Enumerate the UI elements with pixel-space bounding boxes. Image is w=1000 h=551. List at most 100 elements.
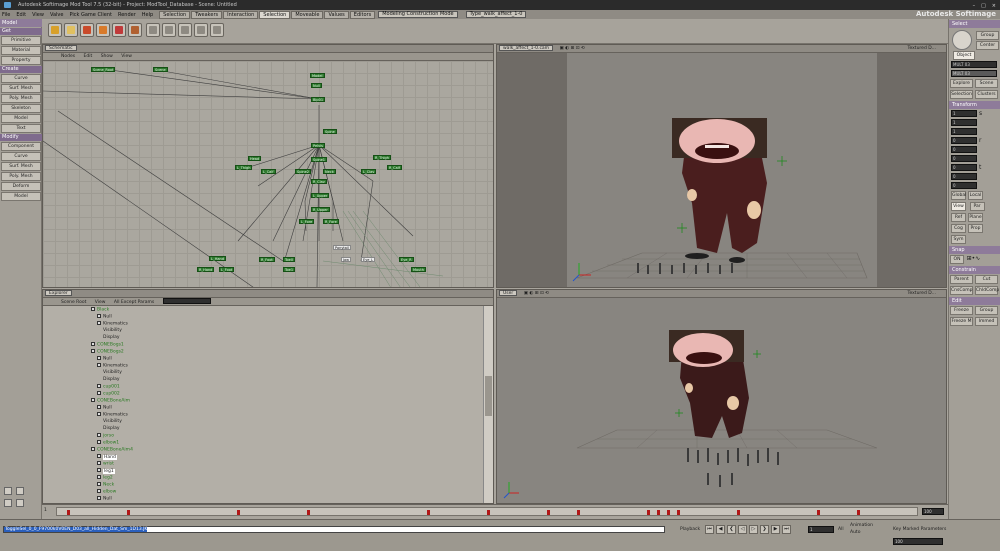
- explorer-scrollbar[interactable]: [483, 306, 493, 503]
- play-button[interactable]: ▷: [749, 525, 758, 534]
- explorer-view-dropdown[interactable]: Explorer: [45, 290, 72, 296]
- keyframe-marker[interactable]: [817, 510, 820, 515]
- expand-icon[interactable]: [91, 342, 95, 346]
- explore-button[interactable]: Explore: [950, 79, 973, 88]
- schematic-node[interactable]: Spine: [323, 129, 337, 134]
- schematic-node[interactable]: Spine2: [295, 169, 312, 174]
- camera-select-dropdown[interactable]: walk_affect_1-0.cam: [499, 45, 554, 51]
- menu-help[interactable]: Help: [142, 12, 153, 18]
- schematic-node[interactable]: R_Clav: [311, 179, 327, 184]
- schematic-node[interactable]: L_Foot: [219, 267, 235, 272]
- freeze-m-button[interactable]: Freeze M: [950, 317, 973, 326]
- menu-view[interactable]: View: [32, 12, 44, 18]
- lasso-tool-button[interactable]: [162, 23, 176, 37]
- schematic-node[interactable]: R_Foot: [259, 257, 275, 262]
- tree-row[interactable]: Null: [97, 405, 112, 411]
- expand-icon[interactable]: [97, 433, 101, 437]
- plane-button[interactable]: Plane: [968, 213, 983, 222]
- tree-row[interactable]: Visibility: [103, 328, 122, 334]
- expand-icon[interactable]: [97, 489, 101, 493]
- rotate-z-field[interactable]: 0: [951, 155, 977, 162]
- ik-tool-button[interactable]: [210, 23, 224, 37]
- timeline-track[interactable]: [56, 507, 918, 516]
- tree-row[interactable]: Null: [97, 356, 112, 362]
- sym-button[interactable]: Sym: [951, 235, 966, 244]
- layout-icon-4[interactable]: [16, 499, 24, 507]
- chldcomp-button[interactable]: ChldComp: [975, 286, 999, 295]
- immed-button[interactable]: Immed: [975, 317, 998, 326]
- tab-selection[interactable]: Selection: [159, 10, 191, 19]
- schematic-node[interactable]: L_Calf: [261, 169, 276, 174]
- keyframe-marker[interactable]: [577, 510, 580, 515]
- animation-label[interactable]: Animation: [850, 523, 873, 529]
- layout-icon-2[interactable]: [16, 487, 24, 495]
- shading-mode-dropdown-2[interactable]: Textured D...: [907, 290, 936, 297]
- modify-deform-button[interactable]: Deform: [1, 182, 41, 191]
- expand-icon[interactable]: [91, 349, 95, 353]
- global-button[interactable]: Global: [951, 191, 966, 200]
- keyframe-marker[interactable]: [427, 510, 430, 515]
- scene-layer-dropdown[interactable]: Type_walk_affect_1-0: [465, 11, 527, 18]
- selection-field[interactable]: MULT 03: [951, 61, 997, 68]
- tab-values[interactable]: Values: [324, 10, 349, 19]
- schematic-node[interactable]: Toe1: [283, 267, 296, 272]
- schematic-node[interactable]: Model: [310, 73, 325, 78]
- rotate-y-field[interactable]: 0: [951, 146, 977, 153]
- tree-row[interactable]: Neck: [97, 482, 114, 488]
- schematic-node[interactable]: Toe0: [283, 257, 296, 262]
- snap-toggle[interactable]: ON: [950, 255, 964, 264]
- paint-tool-button[interactable]: [178, 23, 192, 37]
- scene-button[interactable]: Scene: [975, 79, 998, 88]
- expand-icon[interactable]: [97, 440, 101, 444]
- menu-pick-game-client[interactable]: Pick Game Client: [69, 12, 111, 18]
- explorer-search-input[interactable]: [162, 298, 211, 304]
- tree-row[interactable]: leg1: [97, 468, 115, 474]
- key-marked-label[interactable]: Key Marked Parameters: [893, 527, 946, 533]
- object-select-button[interactable]: Object: [953, 51, 975, 60]
- schematic-menu-show[interactable]: Show: [101, 54, 113, 59]
- tree-row[interactable]: cup002: [97, 391, 120, 397]
- tree-row[interactable]: Visibility: [103, 370, 122, 376]
- keyframe-marker[interactable]: [667, 510, 670, 515]
- command-line[interactable]: ToggleSel_0_0_F9700k0V0EN_D03_all_Hidden…: [3, 526, 665, 533]
- group-button[interactable]: Group: [975, 306, 998, 315]
- scale-icon[interactable]: s: [979, 110, 982, 117]
- translate-y-field[interactable]: 0: [951, 173, 977, 180]
- end-frame-field[interactable]: 100: [893, 538, 943, 545]
- explorer-tree[interactable]: Black Null Kinematics Visibility Display…: [43, 306, 483, 503]
- schematic-graph[interactable]: Scene_Root Scene Model Null Bip01 Pelvis…: [43, 61, 493, 287]
- explorer-scope-dropdown[interactable]: Scene Root: [61, 300, 86, 305]
- schematic-node[interactable]: Eye_R: [399, 257, 414, 262]
- expand-icon[interactable]: [97, 496, 101, 500]
- view-button[interactable]: View: [951, 202, 966, 211]
- user-camera-dropdown[interactable]: User: [499, 290, 518, 296]
- translate-icon[interactable]: t: [979, 164, 981, 171]
- menu-render[interactable]: Render: [118, 12, 136, 18]
- tree-row[interactable]: CONEBoneAim4: [91, 447, 133, 453]
- expand-icon[interactable]: [97, 412, 101, 416]
- keyframe-marker[interactable]: [547, 510, 550, 515]
- layout-icon[interactable]: [4, 487, 12, 495]
- schematic-view-dropdown[interactable]: Schematic: [45, 45, 77, 51]
- keyframe-marker[interactable]: [487, 510, 490, 515]
- prev-key-button[interactable]: ◀: [716, 525, 725, 534]
- tree-row[interactable]: elbow1: [97, 440, 119, 446]
- create-text-button[interactable]: Text: [1, 124, 41, 133]
- expand-icon[interactable]: [91, 307, 95, 311]
- tree-row[interactable]: leg2: [97, 475, 113, 481]
- cube-tool-button[interactable]: [48, 23, 62, 37]
- tree-row[interactable]: Kinematics: [97, 412, 128, 418]
- model-tool-button[interactable]: [64, 23, 78, 37]
- expand-icon[interactable]: [97, 384, 101, 388]
- tree-row[interactable]: elbow: [97, 489, 116, 495]
- select-tool-button[interactable]: [146, 23, 160, 37]
- freeze-button[interactable]: Freeze: [950, 306, 973, 315]
- schematic-node[interactable]: Scene: [153, 67, 168, 72]
- cog-button[interactable]: Cog: [951, 224, 966, 233]
- schematic-node[interactable]: R_Upper: [311, 207, 330, 212]
- expand-icon[interactable]: [97, 482, 101, 486]
- get-material-button[interactable]: Material: [1, 46, 41, 55]
- modify-surf-mesh-button[interactable]: Surf. Mesh: [1, 162, 41, 171]
- construction-mode-dropdown[interactable]: Modeling Construction Mode: [378, 11, 458, 18]
- schematic-node[interactable]: R_Thigh: [373, 155, 391, 160]
